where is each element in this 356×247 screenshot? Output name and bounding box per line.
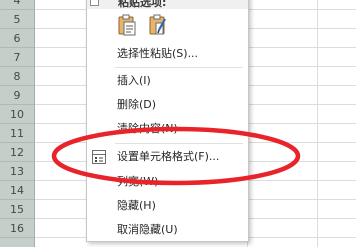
menu-item-label: 清除内容(N) xyxy=(117,122,178,135)
menu-item-paste-special[interactable]: 选择性粘贴(S)... xyxy=(87,43,248,65)
paste-icon[interactable] xyxy=(116,13,140,37)
paste-options-row xyxy=(87,9,248,39)
menu-item-label: 设置单元格格式(F)... xyxy=(117,150,220,163)
menu-item-clear-contents[interactable]: 清除内容(N) xyxy=(87,118,248,140)
menu-item-label: 隐藏(H) xyxy=(117,199,156,212)
menu-item-format-cells[interactable]: 设置单元格格式(F)... xyxy=(87,146,248,168)
row-header[interactable]: 4 xyxy=(0,0,34,10)
menu-item-label: 选择性粘贴(S)... xyxy=(117,47,199,60)
menu-item-unhide[interactable]: 取消隐藏(U) xyxy=(87,219,248,241)
row-header[interactable]: 9 xyxy=(0,86,34,105)
context-menu: 粘贴选项: 选择性粘贴(S)... 插入(I) 删除(D) 清除内容(N) 设置… xyxy=(86,0,249,242)
format-cells-icon xyxy=(91,149,107,165)
menu-item-column-width[interactable]: 列宽(W)... xyxy=(87,171,248,193)
row-header[interactable]: 8 xyxy=(0,67,34,86)
paste-formulas-icon[interactable] xyxy=(147,13,171,37)
menu-item-insert[interactable]: 插入(I) xyxy=(87,70,248,92)
row-header[interactable]: 6 xyxy=(0,29,34,48)
menu-item-label: 插入(I) xyxy=(117,74,151,87)
menu-separator xyxy=(115,143,243,144)
row-header[interactable]: 12 xyxy=(0,143,34,162)
row-header[interactable]: 7 xyxy=(0,48,34,67)
row-header-column[interactable]: 4 5 6 7 8 9 10 11 12 13 14 15 16 xyxy=(0,0,35,247)
menu-item-delete[interactable]: 删除(D) xyxy=(87,94,248,116)
menu-item-label: 删除(D) xyxy=(117,98,157,111)
row-header[interactable]: 11 xyxy=(0,124,34,143)
row-header[interactable]: 15 xyxy=(0,200,34,219)
row-header[interactable]: 13 xyxy=(0,162,34,181)
menu-item-label: 取消隐藏(U) xyxy=(117,223,178,236)
menu-item-label: 列宽(W)... xyxy=(117,175,169,188)
menu-separator xyxy=(115,67,243,68)
row-header[interactable]: 10 xyxy=(0,105,34,124)
row-header[interactable]: 14 xyxy=(0,181,34,200)
menu-item-hide[interactable]: 隐藏(H) xyxy=(87,195,248,217)
row-header[interactable]: 5 xyxy=(0,10,34,29)
row-header[interactable]: 16 xyxy=(0,219,34,238)
clipboard-icon xyxy=(90,0,99,6)
paste-options-header: 粘贴选项: xyxy=(87,0,248,9)
